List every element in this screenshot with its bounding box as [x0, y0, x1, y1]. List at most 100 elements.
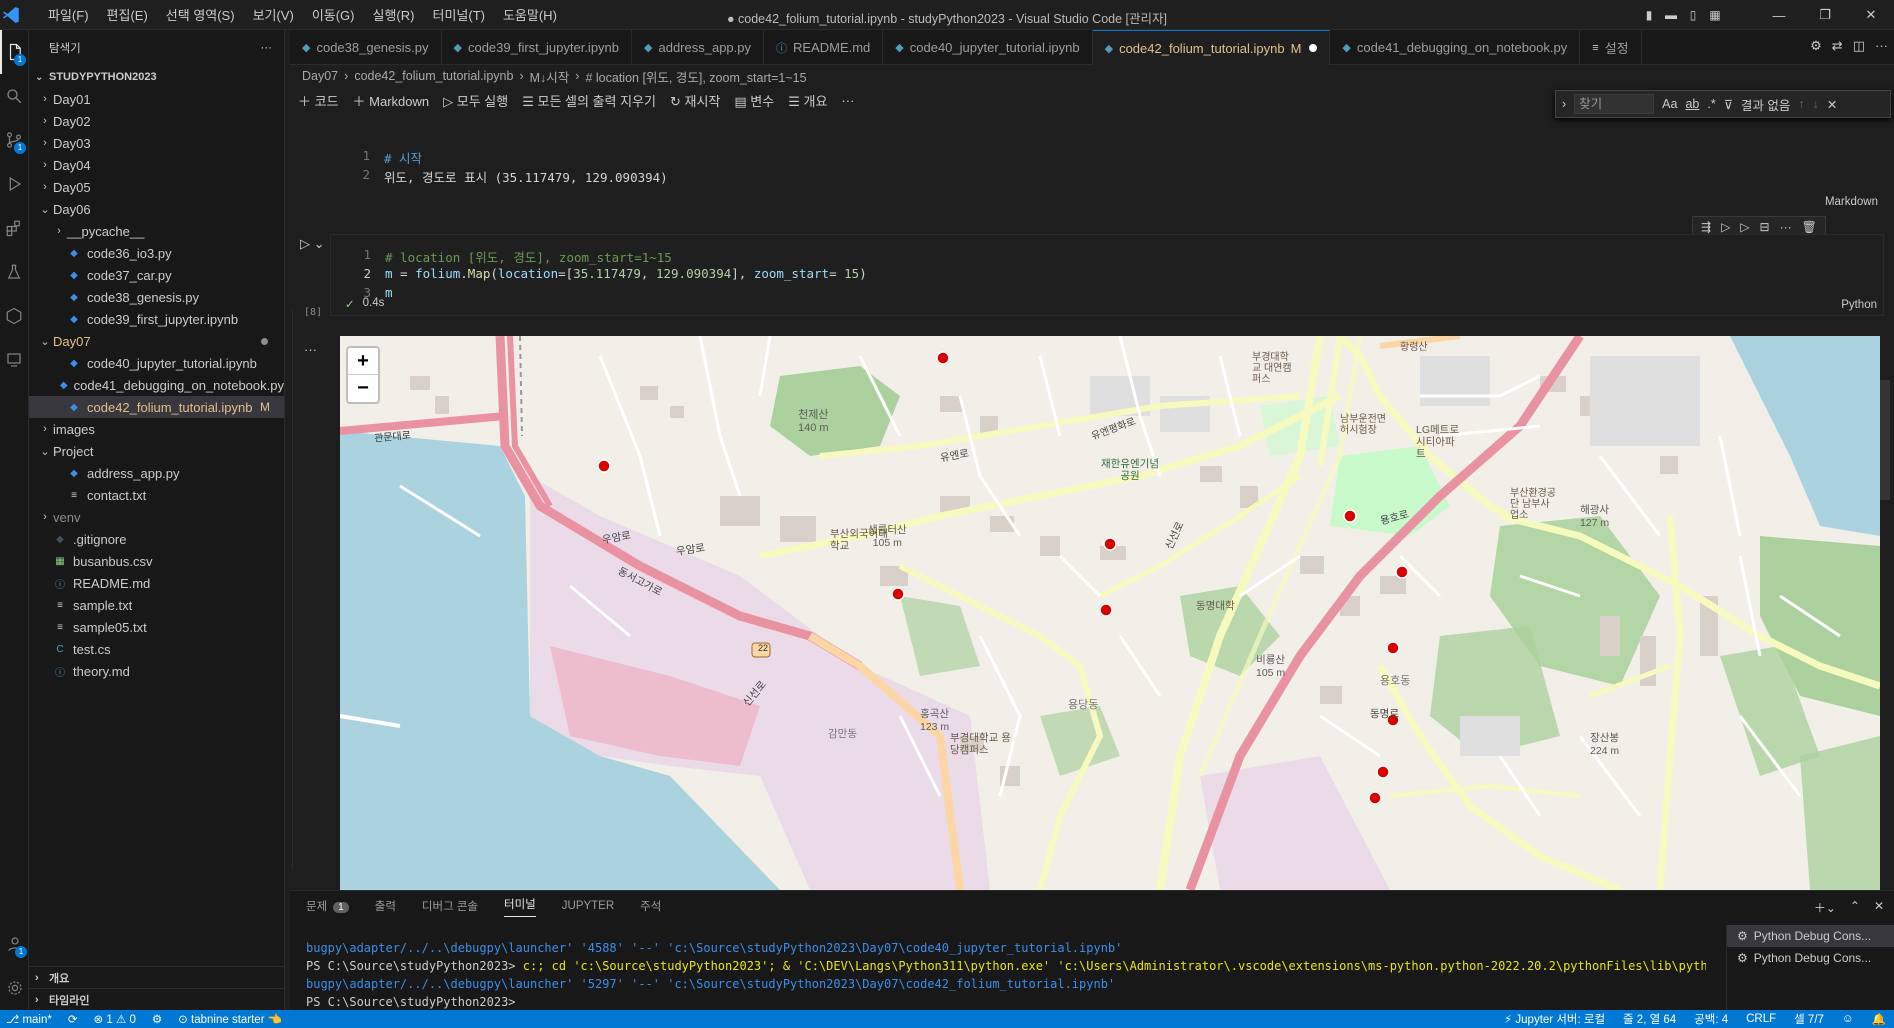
- file-item[interactable]: ◆ code40_jupyter_tutorial.ipynb: [29, 352, 284, 374]
- tab-address-app-py[interactable]: ◆ address_app.py: [632, 30, 764, 65]
- customize-layout-icon[interactable]: ▦: [1704, 8, 1726, 22]
- gear-icon[interactable]: ⚙: [1810, 38, 1822, 54]
- file-item[interactable]: ◆ code42_folium_tutorial.ipynb M: [29, 396, 284, 418]
- toggle-secondary-sidebar-icon[interactable]: ▯: [1682, 8, 1704, 22]
- folder-item[interactable]: › Day05: [29, 176, 284, 198]
- folder-item[interactable]: › images: [29, 418, 284, 440]
- outline-section[interactable]: › 개요: [29, 966, 285, 988]
- menu-item[interactable]: 터미널(T): [432, 5, 484, 24]
- file-item[interactable]: ◆ .gitignore: [29, 528, 284, 550]
- notifications-icon[interactable]: 🔔: [1872, 1012, 1886, 1026]
- debug-icon[interactable]: ⚙: [152, 1012, 162, 1026]
- folder-item[interactable]: ⌄ Project: [29, 440, 284, 462]
- folder-item[interactable]: › Day03: [29, 132, 284, 154]
- clear-outputs-button[interactable]: ☰ 모든 셀의 출력 지우기: [522, 91, 656, 110]
- file-item[interactable]: ▦ busanbus.csv: [29, 550, 284, 572]
- terminal-output[interactable]: bugpy\adapter/../..\debugpy\launcher' '4…: [306, 939, 1706, 1011]
- problems-status[interactable]: ⊗ 1 ⚠ 0: [94, 1012, 136, 1026]
- run-all-button[interactable]: ▷ 모두 실행: [443, 91, 508, 110]
- menu-item[interactable]: 이동(G): [312, 5, 355, 24]
- workspace-root[interactable]: ⌄ STUDYPYTHON2023: [29, 66, 284, 88]
- run-below-icon[interactable]: ▷: [1740, 220, 1749, 234]
- explorer-icon[interactable]: 1: [0, 30, 28, 74]
- docker-icon[interactable]: [0, 294, 28, 338]
- maximize-panel-icon[interactable]: ⌃: [1850, 899, 1860, 916]
- sync-icon[interactable]: ⟳: [68, 1012, 78, 1026]
- panel-tab[interactable]: 디버그 콘솔: [422, 898, 478, 914]
- manage-gear-icon[interactable]: [0, 966, 29, 1010]
- file-item[interactable]: Ctest.cs: [29, 638, 284, 660]
- add-code-cell-button[interactable]: ＋ 코드: [298, 91, 339, 110]
- tab--[interactable]: ≡ 설정: [1580, 30, 1642, 65]
- toggle-sidebar-icon[interactable]: ▮: [1638, 8, 1660, 22]
- compare-icon[interactable]: ⇄: [1832, 38, 1843, 54]
- match-whole-word-button[interactable]: ab: [1685, 97, 1699, 111]
- toggle-panel-icon[interactable]: ▬: [1660, 8, 1682, 22]
- file-item[interactable]: ≡ sample.txt: [29, 594, 284, 616]
- branch-status[interactable]: ⎇ main*: [6, 1012, 52, 1026]
- menu-item[interactable]: 실행(R): [373, 5, 415, 24]
- restart-button[interactable]: ↻ 재시작: [670, 91, 720, 110]
- delete-cell-icon[interactable]: 🗑: [1802, 220, 1817, 234]
- cell-language[interactable]: Markdown: [1825, 196, 1878, 208]
- next-match-icon[interactable]: ↓: [1813, 97, 1819, 111]
- panel-tab[interactable]: 주석: [640, 898, 661, 914]
- notebook-scrollbar[interactable]: [1880, 380, 1890, 500]
- filter-icon[interactable]: ⊽: [1724, 97, 1733, 112]
- split-cell-icon[interactable]: ⊟: [1760, 220, 1770, 234]
- folder-item[interactable]: ⌄ Day06: [29, 198, 284, 220]
- file-item[interactable]: ◆ code39_first_jupyter.ipynb: [29, 308, 284, 330]
- breadcrumb-item[interactable]: Day07: [302, 69, 338, 83]
- more-icon[interactable]: ···: [841, 93, 854, 108]
- tabnine-status[interactable]: ⊙ tabnine starter 👈: [178, 1012, 282, 1026]
- file-item[interactable]: ⓘ theory.md: [29, 660, 284, 682]
- file-item[interactable]: ◆ code36_io3.py: [29, 242, 284, 264]
- panel-tab[interactable]: 문제 1: [306, 898, 349, 914]
- folder-item[interactable]: › Day02: [29, 110, 284, 132]
- more-icon[interactable]: ···: [1875, 38, 1888, 54]
- close-icon[interactable]: ✕: [1827, 97, 1837, 112]
- variables-button[interactable]: ▤ 변수: [734, 91, 774, 110]
- run-cell-button[interactable]: ▷ ⌄: [300, 236, 325, 252]
- folder-item[interactable]: › Day04: [29, 154, 284, 176]
- extensions-icon[interactable]: [0, 206, 28, 250]
- markdown-cell[interactable]: 1 2 # 시작 위도, 경도로 표시 (35.117479, 129.0903…: [330, 130, 1884, 212]
- folder-item[interactable]: › venv: [29, 506, 284, 528]
- more-icon[interactable]: ···: [1780, 220, 1792, 234]
- previous-match-icon[interactable]: ↑: [1798, 97, 1804, 111]
- find-input[interactable]: 찾기: [1574, 94, 1655, 114]
- cursor-position[interactable]: 줄 2, 열 64: [1623, 1011, 1676, 1027]
- zoom-in-button[interactable]: +: [348, 348, 378, 375]
- run-debug-icon[interactable]: [0, 162, 28, 206]
- file-item[interactable]: ⓘ README.md: [29, 572, 284, 594]
- regex-button[interactable]: .*: [1707, 97, 1715, 111]
- add-markdown-cell-button[interactable]: ＋ Markdown: [353, 91, 430, 110]
- jupyter-server-status[interactable]: ⚡ Jupyter 서버: 로컬: [1504, 1011, 1605, 1027]
- breadcrumb-item[interactable]: M↓시작: [530, 67, 570, 86]
- more-actions-icon[interactable]: ···: [261, 42, 273, 54]
- panel-tab[interactable]: 터미널: [504, 896, 536, 917]
- menu-item[interactable]: 도움말(H): [503, 5, 557, 24]
- menu-item[interactable]: 파일(F): [48, 5, 89, 24]
- file-item[interactable]: ≡ sample05.txt: [29, 616, 284, 638]
- folder-item[interactable]: › __pycache__: [29, 220, 284, 242]
- toggle-replace-icon[interactable]: ›: [1562, 97, 1566, 111]
- tab-code38-genesis-py[interactable]: ◆ code38_genesis.py: [290, 30, 442, 65]
- accounts-icon[interactable]: 1: [0, 922, 29, 966]
- menu-item[interactable]: 선택 영역(S): [166, 5, 235, 24]
- breadcrumb-item[interactable]: # location [위도, 경도], zoom_start=1~15: [585, 67, 806, 86]
- tab-code41-debugging-on-notebook-py[interactable]: ◆ code41_debugging_on_notebook.py: [1330, 30, 1581, 65]
- testing-icon[interactable]: [0, 250, 28, 294]
- close-panel-icon[interactable]: ✕: [1874, 899, 1884, 916]
- menu-item[interactable]: 편집(E): [107, 5, 148, 24]
- file-item[interactable]: ◆ address_app.py: [29, 462, 284, 484]
- folder-item[interactable]: › Day01: [29, 88, 284, 110]
- panel-tab[interactable]: 출력: [375, 898, 396, 914]
- unsaved-dot-icon[interactable]: [1309, 44, 1318, 52]
- zoom-out-button[interactable]: −: [348, 375, 378, 402]
- tab-code40-jupyter-tutorial-ipynb[interactable]: ◆ code40_jupyter_tutorial.ipynb: [883, 30, 1093, 65]
- feedback-icon[interactable]: ☺: [1842, 1013, 1854, 1025]
- folium-map[interactable]: 천제산 140 m 부산외국어대학교 생률터산 105 m 우암로 우암로 동서고가…: [340, 336, 1880, 890]
- menu-item[interactable]: 보기(V): [253, 5, 294, 24]
- tab-code39-first-jupyter-ipynb[interactable]: ◆ code39_first_jupyter.ipynb: [442, 30, 633, 65]
